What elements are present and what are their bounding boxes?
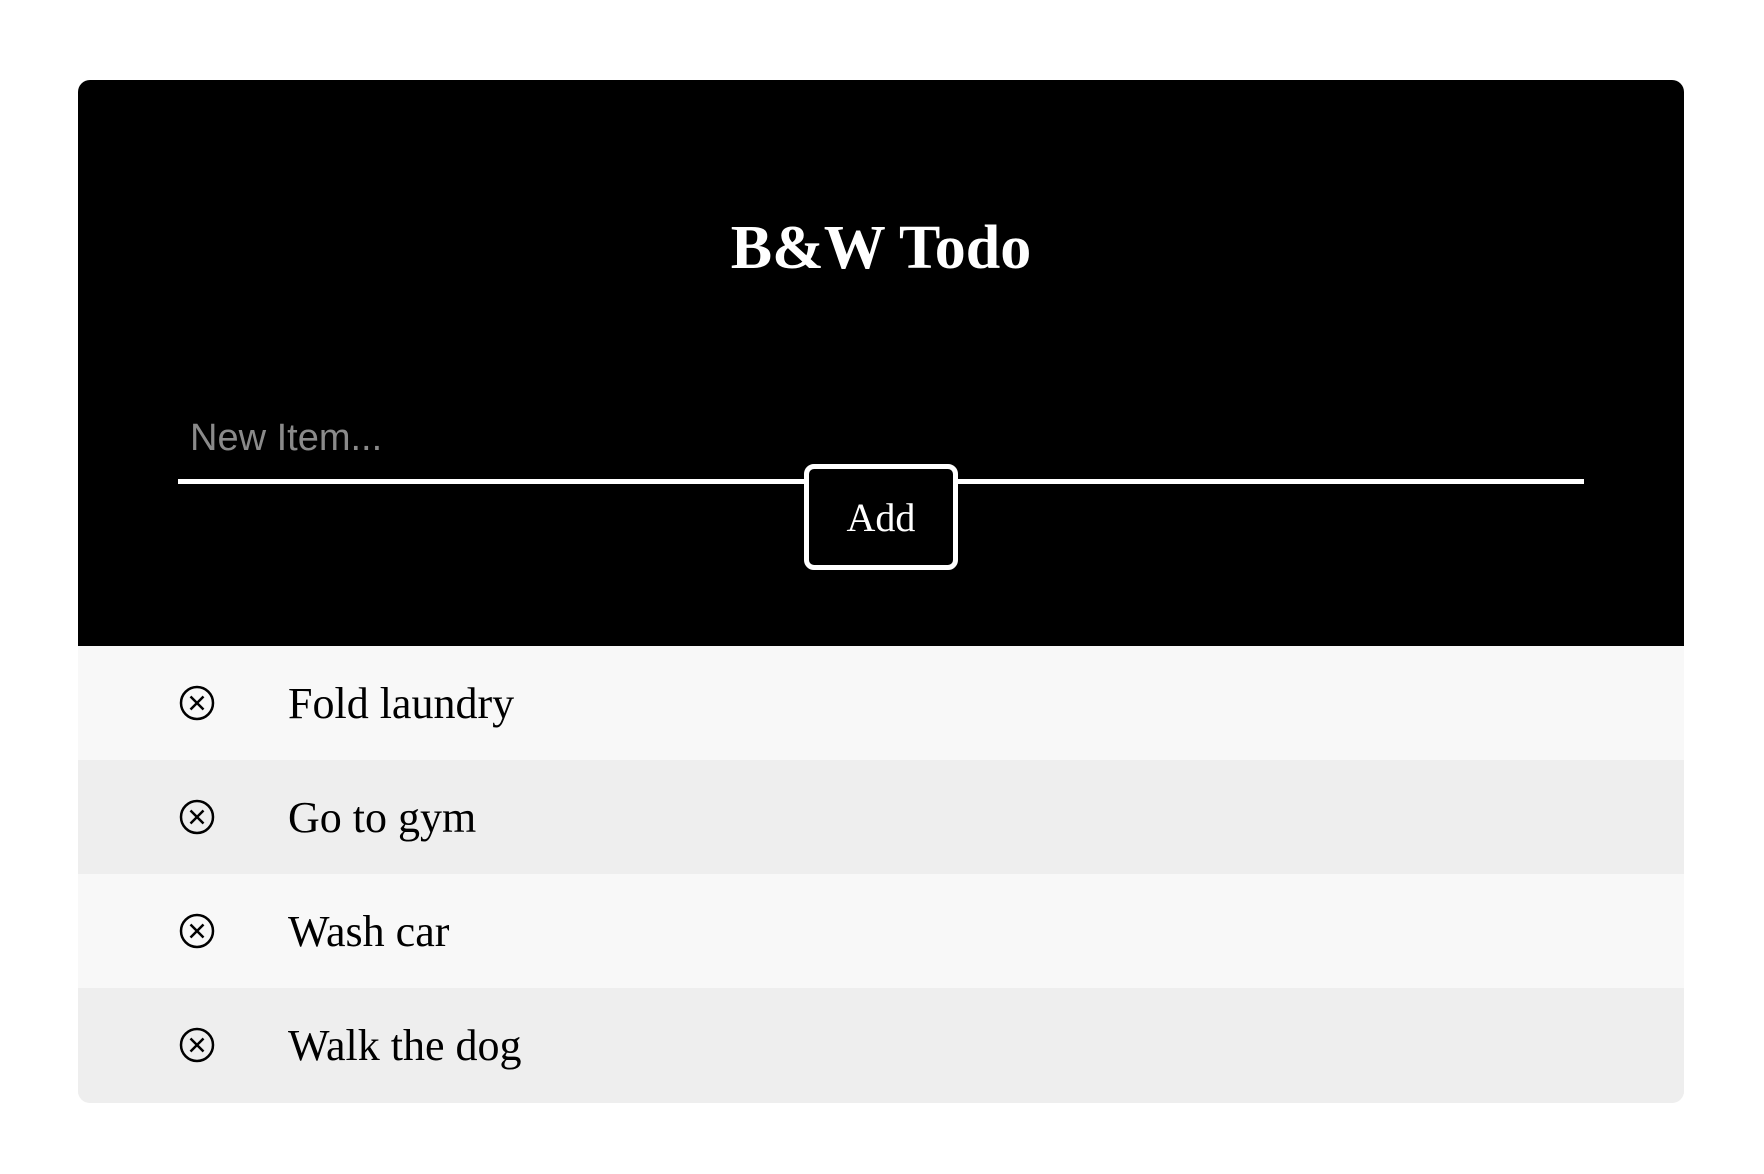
item-label: Fold laundry (288, 678, 515, 728)
todo-header: B&W Todo Add (78, 80, 1684, 646)
remove-item-icon[interactable] (178, 684, 216, 722)
list-item: Wash car (78, 874, 1684, 988)
todo-card: B&W Todo Add Fold laundry Go to gym (78, 80, 1684, 1103)
list-item: Fold laundry (78, 646, 1684, 760)
list-item: Go to gym (78, 760, 1684, 874)
list-item: Walk the dog (78, 988, 1684, 1102)
app-title: B&W Todo (730, 214, 1032, 282)
remove-item-icon[interactable] (178, 1026, 216, 1064)
item-label: Walk the dog (288, 1020, 522, 1070)
add-button[interactable]: Add (804, 464, 958, 570)
remove-item-icon[interactable] (178, 798, 216, 836)
item-label: Wash car (288, 906, 450, 956)
todo-list: Fold laundry Go to gym Wash car Walk the… (78, 646, 1684, 1102)
remove-item-icon[interactable] (178, 912, 216, 950)
item-label: Go to gym (288, 792, 477, 842)
